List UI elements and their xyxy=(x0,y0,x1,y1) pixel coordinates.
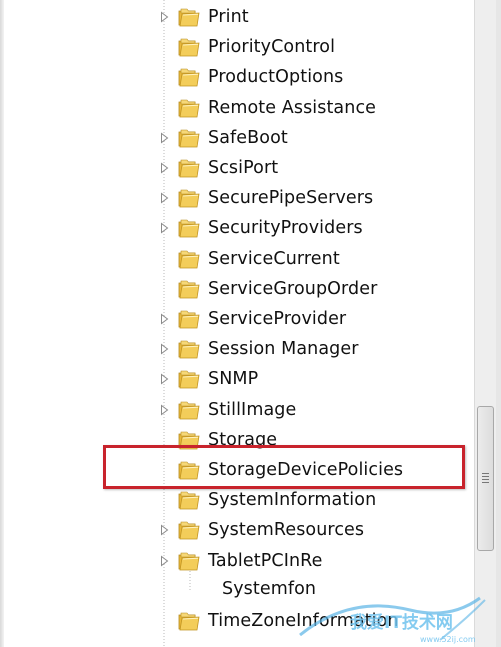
thumb-grip-line xyxy=(482,473,489,474)
tree-node-label: SNMP xyxy=(208,369,259,390)
expand-arrow-icon[interactable] xyxy=(158,131,170,145)
folder-icon xyxy=(178,158,200,178)
tree-node-label: Remote Assistance xyxy=(208,97,377,118)
vertical-scrollbar[interactable] xyxy=(474,0,497,647)
tree-node-label: ServiceGroupOrder xyxy=(208,278,378,299)
tree-node[interactable]: ServiceProvider xyxy=(158,304,458,334)
tree-node[interactable]: ProductOptions xyxy=(158,62,458,92)
tree-list: Print PriorityControl ProductOptions Remote… xyxy=(0,0,474,647)
folder-icon xyxy=(178,67,200,87)
tree-node[interactable]: Session Manager xyxy=(158,334,458,364)
tree-node-label: SafeBoot xyxy=(208,127,288,148)
tree-node[interactable]: SecurePipeServers xyxy=(158,183,458,213)
watermark-text: 我爱IT技术网 xyxy=(350,612,453,633)
expand-arrow-icon[interactable] xyxy=(158,372,170,386)
folder-icon xyxy=(178,188,200,208)
folder-icon xyxy=(178,369,200,389)
folder-icon xyxy=(178,400,200,420)
tree-node[interactable]: ServiceGroupOrder xyxy=(158,274,458,304)
folder-icon xyxy=(178,37,200,57)
watermark-logo: 我爱IT技术网 www.52ij.com xyxy=(299,596,486,644)
expand-arrow-icon[interactable] xyxy=(158,403,170,417)
tree-node[interactable]: SecurityProviders xyxy=(158,213,458,243)
thumb-grip-line xyxy=(482,482,489,483)
tree-node[interactable]: Print xyxy=(158,2,458,32)
tree-node-label: ServiceProvider xyxy=(208,309,347,329)
expand-arrow-icon[interactable] xyxy=(158,10,170,24)
folder-icon xyxy=(178,309,200,329)
folder-icon xyxy=(178,490,200,510)
tree-node[interactable]: SystemResources xyxy=(158,515,458,545)
tree-node[interactable]: SNMP xyxy=(158,364,458,394)
tree-node-label: ScsiPort xyxy=(208,158,279,178)
expand-arrow-icon[interactable] xyxy=(158,312,170,326)
folder-icon xyxy=(178,279,200,299)
tree-node-label: SystemInformation xyxy=(208,490,377,511)
folder-icon xyxy=(178,7,200,27)
folder-icon xyxy=(178,98,200,118)
tree-node[interactable]: SystemInformation xyxy=(158,485,458,515)
registry-tree-view: Print PriorityControl ProductOptions Remote… xyxy=(0,0,501,647)
tree-node-label: Print xyxy=(208,7,249,27)
expand-arrow-icon[interactable] xyxy=(158,554,170,568)
expand-arrow-icon[interactable] xyxy=(158,161,170,175)
expand-arrow-icon[interactable] xyxy=(158,221,170,235)
tree-node-label: SystemResources xyxy=(208,520,365,541)
folder-icon xyxy=(178,551,200,571)
tree-node[interactable]: Remote Assistance xyxy=(158,93,458,123)
expand-arrow-icon[interactable] xyxy=(158,523,170,537)
tree-node[interactable]: PriorityControl xyxy=(158,32,458,62)
tree-node-label: SecurityProviders xyxy=(208,218,363,239)
folder-icon xyxy=(178,520,200,540)
tree-node-label: TabletPCInRe xyxy=(208,550,323,571)
watermark-url: www.52ij.com xyxy=(420,635,476,644)
tree-node-label: ServiceCurrent xyxy=(208,248,340,269)
tree-node[interactable]: ServiceCurrent xyxy=(158,244,458,274)
thumb-grip-line xyxy=(482,479,489,480)
folder-icon xyxy=(178,249,200,269)
tree-node[interactable]: ScsiPort xyxy=(158,153,458,183)
highlight-annotation-box xyxy=(103,445,465,489)
tree-node-label: ProductOptions xyxy=(208,67,344,88)
tree-node-label: StillImage xyxy=(208,399,297,420)
tree-node[interactable]: TabletPCInRe xyxy=(158,546,458,576)
folder-icon xyxy=(178,611,200,631)
expand-arrow-icon[interactable] xyxy=(158,342,170,356)
folder-icon xyxy=(178,128,200,148)
tree-node-label: Session Manager xyxy=(208,339,359,360)
folder-icon xyxy=(178,339,200,359)
window-edge xyxy=(496,0,501,647)
tree-node-label: PriorityControl xyxy=(208,37,336,58)
thumb-grip-line xyxy=(482,476,489,477)
tree-node[interactable]: SafeBoot xyxy=(158,123,458,153)
tree-node-label: SecurePipeServers xyxy=(208,188,374,209)
folder-icon xyxy=(178,218,200,238)
expand-arrow-icon[interactable] xyxy=(158,191,170,205)
scrollbar-thumb[interactable] xyxy=(477,406,494,551)
tree-node[interactable]: StillImage xyxy=(158,395,458,425)
